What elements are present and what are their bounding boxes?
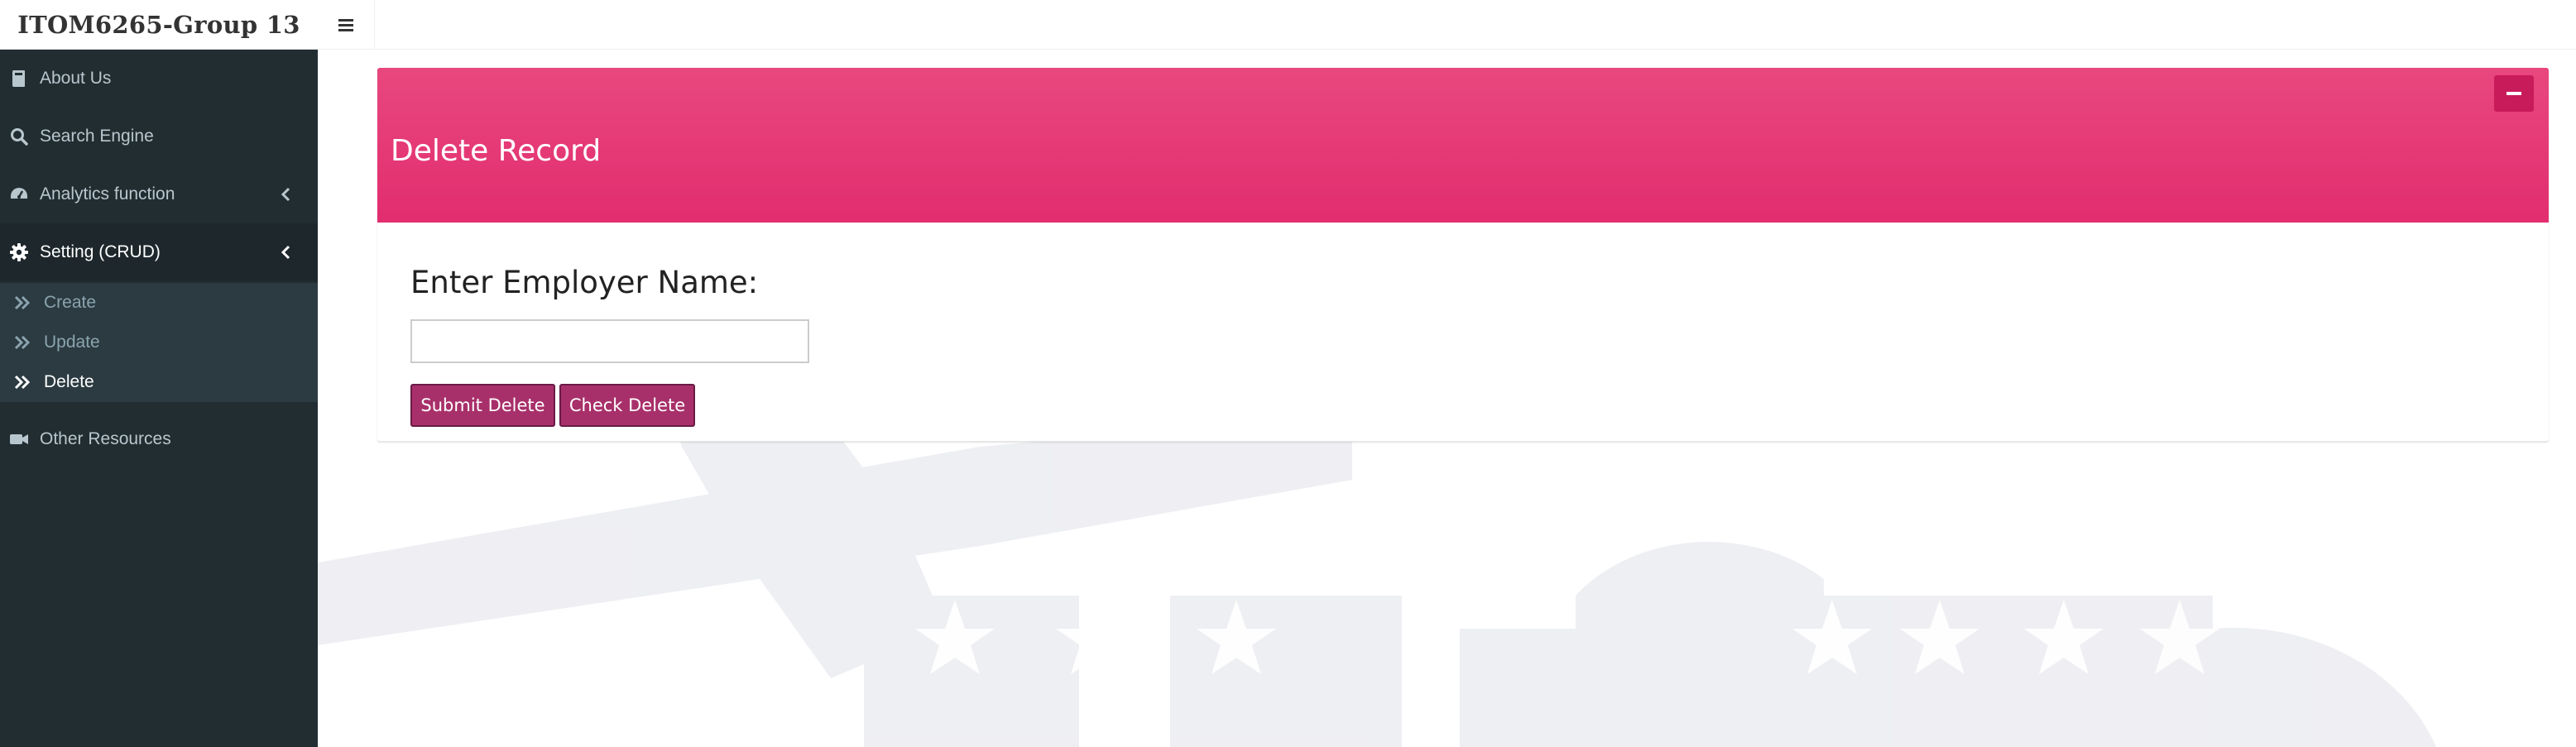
app-title: ITOM6265-Group 13 xyxy=(17,10,300,39)
employer-name-label: Enter Employer Name: xyxy=(410,265,759,300)
setting-submenu: Create Update Delete xyxy=(0,283,318,402)
panel-header: Delete Record xyxy=(377,68,2549,223)
sidebar-item-analytics-function[interactable]: Analytics function xyxy=(0,165,318,223)
sidebar-item-label: Search Engine xyxy=(40,127,154,146)
chevron-left-icon xyxy=(281,245,290,260)
sidebar-item-label: Setting (CRUD) xyxy=(40,242,161,261)
main-content: Delete Record Enter Employer Name: Submi… xyxy=(318,50,2576,747)
sidebar-item-setting-crud[interactable]: Setting (CRUD) xyxy=(0,223,318,281)
double-chevron-right-icon xyxy=(14,335,31,350)
submenu-item-update[interactable]: Update xyxy=(0,323,318,362)
gear-icon xyxy=(8,242,30,263)
sidebar-item-label: About Us xyxy=(40,69,112,88)
sidebar-item-search-engine[interactable]: Search Engine xyxy=(0,108,318,165)
chevron-left-icon xyxy=(281,187,290,202)
double-chevron-right-icon xyxy=(14,375,31,390)
minus-icon xyxy=(2506,92,2521,95)
check-delete-button[interactable]: Check Delete xyxy=(559,384,695,427)
sidebar-toggle-button[interactable] xyxy=(318,0,375,50)
employer-name-input[interactable] xyxy=(410,319,809,363)
hamburger-icon xyxy=(338,19,353,31)
submit-delete-button[interactable]: Submit Delete xyxy=(410,384,555,427)
search-icon xyxy=(8,126,30,147)
submenu-item-label: Delete xyxy=(44,372,94,391)
sidebar-item-about-us[interactable]: About Us xyxy=(0,50,318,108)
dashboard-icon xyxy=(8,184,30,205)
sidebar-item-label: Analytics function xyxy=(40,184,175,204)
submenu-item-label: Update xyxy=(44,333,100,352)
submenu-item-label: Create xyxy=(44,293,97,312)
sidebar: About Us Search Engine Analytics functio… xyxy=(0,50,318,747)
sidebar-item-other-resources[interactable]: Other Resources xyxy=(0,410,318,468)
submenu-item-create[interactable]: Create xyxy=(0,283,318,323)
sidebar-item-label: Other Resources xyxy=(40,429,171,448)
top-navbar xyxy=(318,0,2576,50)
delete-record-panel: Delete Record Enter Employer Name: Submi… xyxy=(377,68,2549,442)
submenu-item-delete[interactable]: Delete xyxy=(0,362,318,402)
video-icon xyxy=(8,429,30,450)
collapse-button[interactable] xyxy=(2494,75,2534,112)
app-logo[interactable]: ITOM6265-Group 13 xyxy=(0,0,318,50)
book-icon xyxy=(8,68,30,89)
double-chevron-right-icon xyxy=(14,295,31,310)
panel-title: Delete Record xyxy=(391,134,602,168)
